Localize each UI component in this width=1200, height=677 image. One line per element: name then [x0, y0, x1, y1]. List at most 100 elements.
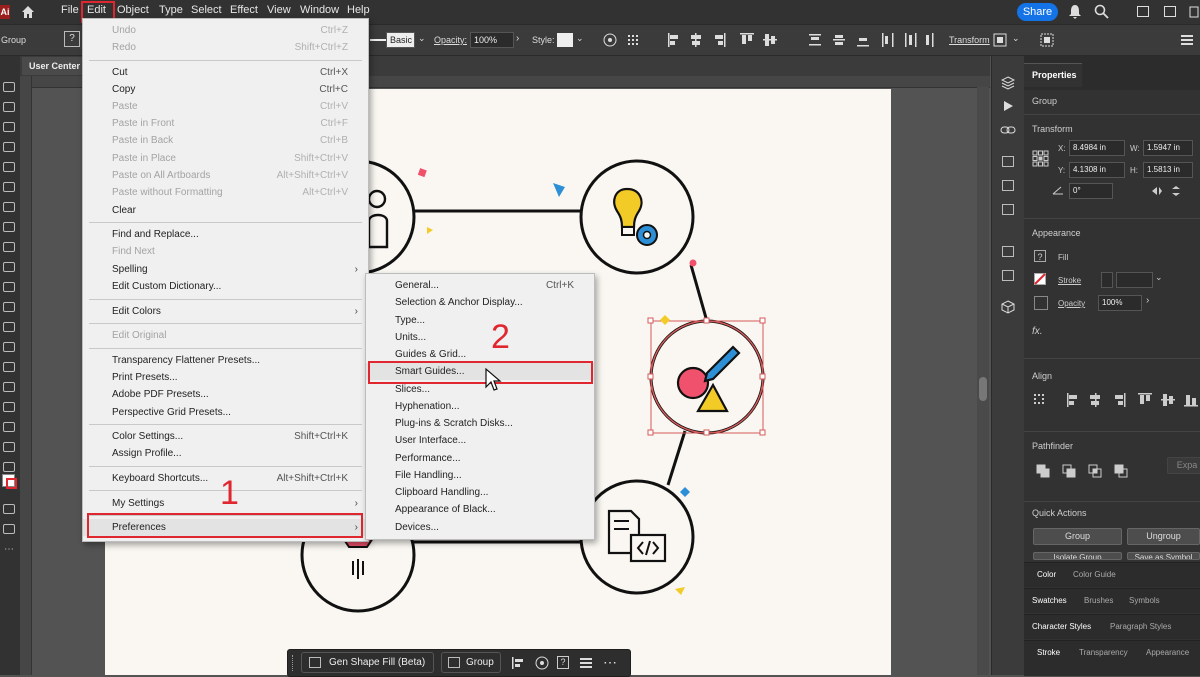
align-buttons-icon[interactable]	[667, 32, 787, 48]
gradient-tool-icon[interactable]	[3, 322, 15, 332]
menu-view[interactable]: View	[267, 4, 291, 16]
width-tool-icon[interactable]	[3, 282, 15, 292]
bell-icon[interactable]	[1068, 4, 1082, 19]
menu-item-cut[interactable]: Cut Ctrl+X	[83, 64, 368, 81]
tab-color-guide[interactable]: Color Guide	[1073, 570, 1116, 579]
fill-color-swatch[interactable]: ?	[1034, 250, 1046, 262]
chevron-right-icon[interactable]: ›	[1146, 295, 1149, 306]
tab-stroke[interactable]: Stroke	[1037, 648, 1060, 657]
shape-builder-tool-icon[interactable]	[3, 302, 15, 312]
share-button[interactable]: Share	[1017, 3, 1058, 21]
symbol-sprayer-tool-icon[interactable]	[3, 382, 15, 392]
vertical-scrollbar[interactable]	[977, 87, 989, 675]
stroke-weight-stepper[interactable]	[1101, 272, 1113, 288]
more-icon[interactable]	[1188, 5, 1200, 19]
menu-select[interactable]: Select	[191, 4, 222, 16]
pref-item-type[interactable]: Type...	[366, 312, 594, 329]
save-as-symbol-button[interactable]: Save as Symbol	[1127, 552, 1200, 560]
tab-brushes[interactable]: Brushes	[1084, 596, 1113, 605]
y-input[interactable]: 4.1308 in	[1069, 162, 1125, 178]
menu-effect[interactable]: Effect	[230, 4, 258, 16]
expand-button[interactable]: Expa	[1167, 457, 1200, 474]
menu-item-pdf-presets[interactable]: Adobe PDF Presets...	[83, 386, 368, 403]
chevron-right-icon[interactable]: ›	[516, 33, 519, 44]
group-button[interactable]: Group	[1033, 528, 1122, 545]
tab-swatches[interactable]: Swatches	[1032, 596, 1067, 605]
export-icon[interactable]	[1002, 270, 1014, 281]
rectangle-tool-icon[interactable]	[3, 182, 15, 192]
pref-item-performance[interactable]: Performance...	[366, 450, 594, 467]
pathfinder-panel-icon[interactable]	[1002, 246, 1014, 257]
layers-icon[interactable]	[1001, 76, 1015, 90]
hand-tool-icon[interactable]	[3, 442, 15, 452]
distribute-buttons-icon[interactable]	[808, 32, 938, 48]
scroll-thumb[interactable]	[979, 377, 987, 401]
pref-item-user-interface[interactable]: User Interface...	[366, 432, 594, 449]
menu-item-print-presets[interactable]: Print Presets...	[83, 369, 368, 386]
tab-color[interactable]: Color	[1037, 570, 1056, 579]
menu-object[interactable]: Object	[117, 4, 149, 16]
eraser-tool-icon[interactable]	[3, 262, 15, 272]
zoom-tool-icon[interactable]	[3, 462, 15, 472]
play-icon[interactable]	[1002, 100, 1014, 112]
menu-item-edit-custom-dictionary[interactable]: Edit Custom Dictionary...	[83, 278, 368, 295]
pref-item-hyphenation[interactable]: Hyphenation...	[366, 398, 594, 415]
menu-item-clear[interactable]: Clear	[83, 202, 368, 219]
chevron-down-icon[interactable]: ⌄	[576, 33, 584, 44]
menu-file[interactable]: File	[61, 4, 79, 16]
stroke-color-swatch[interactable]	[1034, 273, 1046, 285]
menu-item-copy[interactable]: Copy Ctrl+C	[83, 81, 368, 98]
3d-icon[interactable]	[1001, 300, 1015, 314]
home-icon[interactable]	[20, 4, 36, 19]
chevron-down-icon[interactable]: ⌄	[418, 33, 426, 44]
search-icon[interactable]	[1094, 4, 1109, 19]
align-panel-buttons-icon[interactable]	[1032, 392, 1200, 408]
pathfinder-buttons-icon[interactable]	[1036, 463, 1136, 479]
pref-item-appearance-black[interactable]: Appearance of Black...	[366, 501, 594, 518]
stroke-label[interactable]: Stroke	[1058, 276, 1081, 285]
more-options-icon[interactable]: ⋯	[603, 654, 617, 671]
tab-symbols[interactable]: Symbols	[1129, 596, 1160, 605]
tab-appearance[interactable]: Appearance	[1146, 648, 1189, 657]
help-icon[interactable]: ?	[64, 31, 80, 47]
ungroup-button[interactable]: Ungroup	[1127, 528, 1200, 545]
isolate-group-button[interactable]: Isolate Group	[1033, 552, 1122, 560]
pref-item-clipboard[interactable]: Clipboard Handling...	[366, 484, 594, 501]
asset-export-icon[interactable]	[1002, 204, 1014, 215]
transform-options-icon[interactable]	[993, 33, 1007, 47]
gen-shape-fill-button[interactable]: Gen Shape Fill (Beta)	[301, 652, 434, 673]
type-tool-icon[interactable]	[3, 222, 15, 232]
artboard-tool-icon[interactable]	[3, 422, 15, 432]
chevron-down-icon[interactable]: ⌄	[1012, 33, 1020, 44]
menu-item-perspective-grid-presets[interactable]: Perspective Grid Presets...	[83, 404, 368, 421]
tab-paragraph-styles[interactable]: Paragraph Styles	[1110, 622, 1171, 631]
rotation-input[interactable]: 0°	[1069, 183, 1113, 199]
isolate-icon[interactable]	[1039, 32, 1055, 48]
eyedropper-tool-icon[interactable]	[3, 342, 15, 352]
menu-help[interactable]: Help	[347, 4, 370, 16]
arrange-documents-icon[interactable]	[1137, 6, 1149, 17]
menu-item-assign-profile[interactable]: Assign Profile...	[83, 445, 368, 462]
draw-mode-icon[interactable]	[3, 504, 15, 514]
align-to-icon[interactable]	[628, 34, 658, 46]
magic-wand-tool-icon[interactable]	[3, 122, 15, 132]
libraries-icon[interactable]	[1002, 180, 1014, 191]
recolor-icon[interactable]	[535, 656, 549, 670]
pref-item-devices[interactable]: Devices...	[366, 519, 594, 536]
panel-menu-icon[interactable]	[1180, 33, 1194, 47]
align-icon[interactable]	[511, 656, 525, 670]
more-tools-icon[interactable]: ⋯	[4, 544, 14, 555]
blend-tool-icon[interactable]	[3, 362, 15, 372]
stroke-weight-input[interactable]	[1116, 272, 1153, 288]
pref-item-file-handling[interactable]: File Handling...	[366, 467, 594, 484]
fx-button[interactable]: fx.	[1032, 326, 1043, 337]
menu-type[interactable]: Type	[159, 4, 183, 16]
opacity-label[interactable]: Opacity	[1058, 299, 1085, 308]
rotate-tool-icon[interactable]	[3, 242, 15, 252]
pref-item-general[interactable]: General... Ctrl+K	[366, 277, 594, 294]
drag-handle[interactable]	[292, 655, 296, 671]
direct-selection-tool-icon[interactable]	[3, 102, 15, 112]
menu-item-edit-colors[interactable]: Edit Colors ›	[83, 303, 368, 320]
opacity-input[interactable]: 100%	[470, 32, 514, 48]
transform-link[interactable]: Transform	[949, 35, 990, 45]
